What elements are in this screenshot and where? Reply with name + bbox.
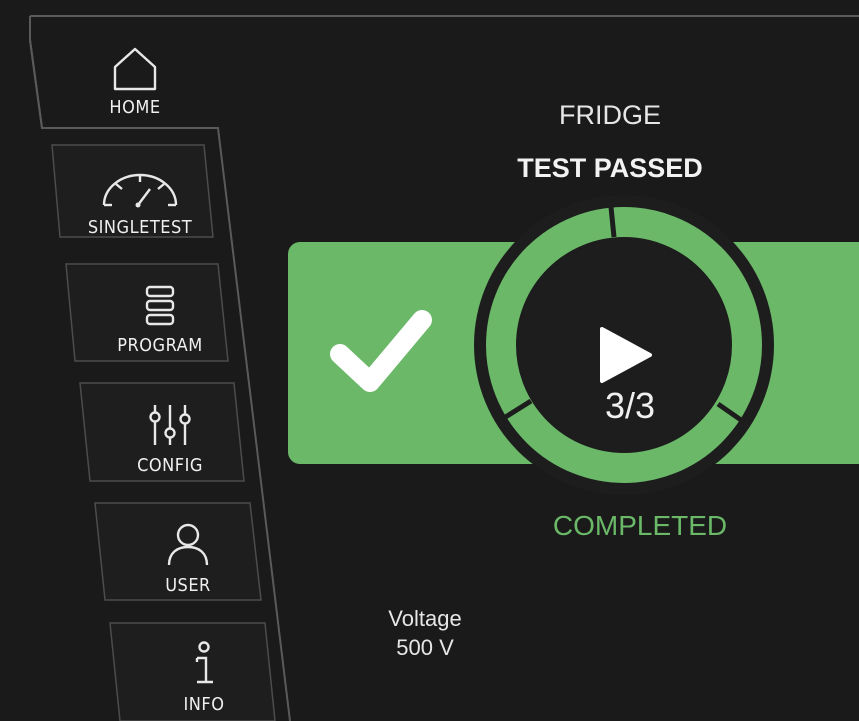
nav-user-label: USER bbox=[165, 575, 211, 596]
info-icon bbox=[195, 641, 213, 684]
checkmark-icon bbox=[330, 310, 432, 392]
user-icon bbox=[167, 523, 209, 566]
nav-home[interactable]: HOME bbox=[70, 30, 200, 118]
nav-singletest-label: SINGLETEST bbox=[87, 217, 193, 238]
play-icon[interactable] bbox=[598, 325, 654, 385]
nav-config[interactable]: CONFIG bbox=[100, 388, 240, 476]
nav-user[interactable]: USER bbox=[118, 508, 258, 596]
gauge-icon bbox=[102, 173, 178, 208]
voltage-label: Voltage bbox=[388, 606, 462, 631]
nav-config-label: CONFIG bbox=[137, 455, 203, 476]
result-label: COMPLETED bbox=[552, 510, 728, 541]
nav-program-label: PROGRAM bbox=[117, 335, 203, 356]
nav-home-label: HOME bbox=[109, 97, 161, 118]
home-icon bbox=[113, 47, 157, 91]
progress-count: 3/3 bbox=[604, 385, 656, 426]
nav-program[interactable]: PROGRAM bbox=[90, 268, 230, 356]
nav-info-label: INFO bbox=[183, 694, 225, 715]
list-icon bbox=[145, 285, 175, 326]
nav-singletest[interactable]: SINGLETEST bbox=[70, 150, 210, 238]
nav-info[interactable]: INFO bbox=[134, 627, 274, 715]
device-name: FRIDGE bbox=[558, 100, 661, 130]
voltage-value: 500 V bbox=[396, 635, 454, 660]
sliders-icon bbox=[149, 405, 191, 445]
test-status: TEST PASSED bbox=[517, 153, 703, 183]
